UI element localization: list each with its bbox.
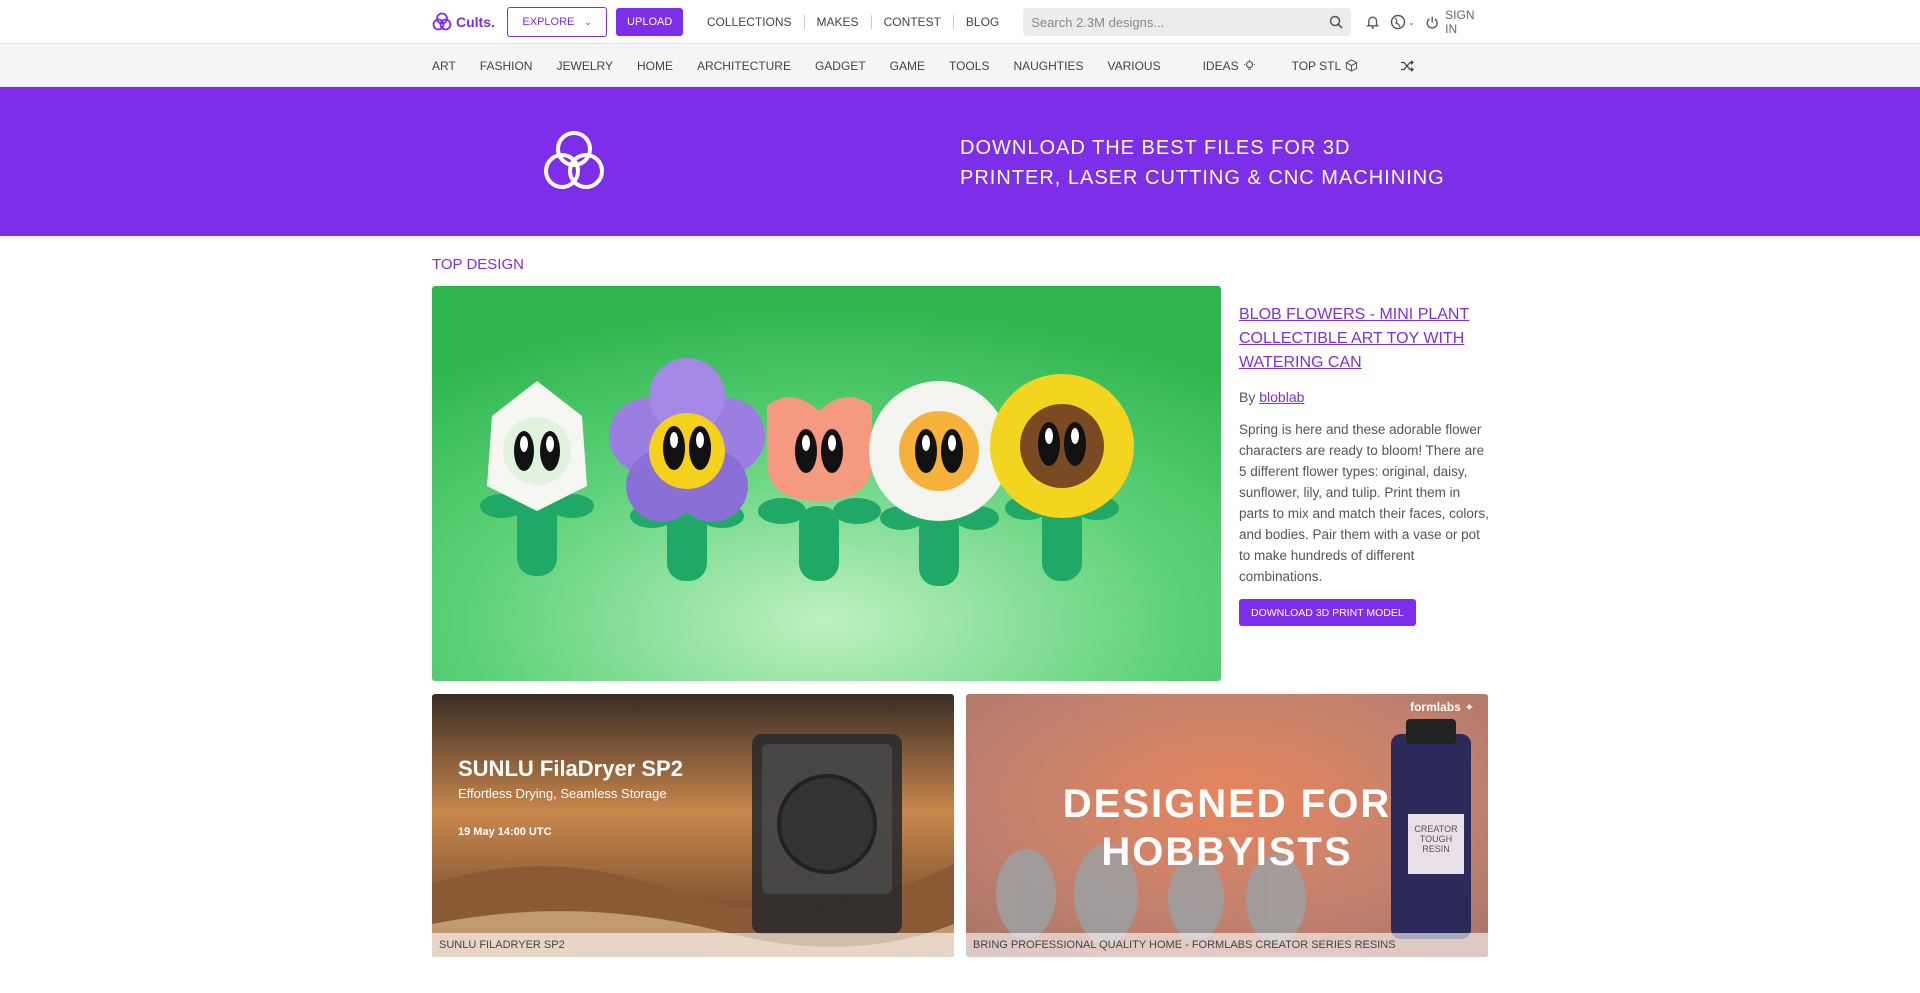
language-selector[interactable]: ⌄ — [1390, 14, 1415, 30]
lightbulb-icon — [1243, 59, 1255, 70]
nav-ideas[interactable]: IDEAS — [1203, 59, 1256, 73]
top-nav: COLLECTIONS MAKES CONTEST BLOG — [695, 15, 1011, 29]
nav-makes[interactable]: MAKES — [805, 15, 871, 29]
hero-banner: DOWNLOAD THE BEST FILES FOR 3D PRINTER, … — [0, 87, 1920, 236]
explore-label: EXPLORE — [522, 16, 575, 28]
category-bar: ART FASHION JEWELRY HOME ARCHITECTURE GA… — [0, 44, 1920, 87]
category-various[interactable]: VARIOUS — [1107, 59, 1160, 73]
nav-blog[interactable]: BLOG — [954, 15, 1011, 29]
sunlu-subheadline: Effortless Drying, Seamless Storage — [458, 786, 667, 801]
nav-collections[interactable]: COLLECTIONS — [695, 15, 804, 29]
blob-flowers-illustration — [432, 286, 1221, 681]
ideas-label: IDEAS — [1202, 58, 1239, 73]
cube-icon — [1346, 59, 1358, 72]
bell-icon[interactable] — [1365, 14, 1380, 30]
category-architecture[interactable]: ARCHITECTURE — [697, 59, 791, 73]
shuffle-icon — [1401, 59, 1415, 72]
formlabs-headline-1: DESIGNED FOR — [1062, 782, 1392, 826]
nav-top-stl[interactable]: TOP STL — [1292, 59, 1359, 73]
banner-caption: BRING PROFESSIONAL QUALITY HOME - FORMLA… — [966, 933, 1488, 957]
category-naughties[interactable]: NAUGHTIES — [1013, 59, 1083, 73]
sign-in-link[interactable]: SIGN IN — [1425, 8, 1488, 36]
author-line: By bloblab — [1239, 389, 1489, 405]
search-input[interactable] — [1031, 14, 1329, 30]
hero-headline: DOWNLOAD THE BEST FILES FOR 3D PRINTER, … — [960, 133, 1445, 193]
author-link[interactable]: bloblab — [1259, 389, 1304, 405]
cults-hero-logo-icon — [544, 131, 604, 189]
category-tools[interactable]: TOOLS — [949, 59, 989, 73]
cults-logo-icon — [432, 12, 452, 31]
hero-line-2: PRINTER, LASER CUTTING & CNC MACHINING — [960, 167, 1445, 189]
featured-design-info: BLOB FLOWERS - MINI PLANT COLLECTIBLE AR… — [1239, 303, 1489, 626]
power-icon — [1426, 16, 1438, 29]
ad-banner-formlabs[interactable]: formlabs ✦ DESIGNED FOR HOBBYISTS CREATO… — [966, 694, 1488, 957]
sign-in-label: SIGN IN — [1445, 8, 1475, 36]
header-actions: ⌄ SIGN IN — [1365, 8, 1488, 36]
category-fashion[interactable]: FASHION — [480, 59, 533, 73]
chevron-down-icon: ⌄ — [584, 16, 592, 27]
top-bar: Cults. EXPLORE ⌄ UPLOAD COLLECTIONS MAKE… — [0, 0, 1920, 44]
banner-caption: SUNLU FILADRYER SP2 — [432, 933, 954, 957]
formlabs-brand: formlabs — [1410, 700, 1461, 714]
globe-icon — [1390, 14, 1406, 30]
formlabs-logo: formlabs ✦ — [1410, 700, 1474, 714]
chevron-down-icon: ⌄ — [1408, 17, 1415, 27]
nav-contest[interactable]: CONTEST — [872, 15, 953, 29]
design-description: Spring is here and these adorable flower… — [1239, 422, 1489, 584]
category-art[interactable]: ART — [432, 59, 456, 73]
ad-banner-sunlu[interactable]: SUNLU FilaDryer SP2 Effortless Drying, S… — [432, 694, 954, 957]
featured-design-title-link[interactable]: BLOB FLOWERS - MINI PLANT COLLECTIBLE AR… — [1239, 303, 1489, 375]
upload-button[interactable]: UPLOAD — [616, 8, 683, 36]
category-home[interactable]: HOME — [637, 59, 673, 73]
search-icon[interactable] — [1329, 15, 1343, 29]
explore-button[interactable]: EXPLORE ⌄ — [506, 7, 608, 37]
logo-text: Cults. — [456, 14, 495, 30]
cults-logo[interactable]: Cults. — [432, 12, 495, 32]
sunlu-headline: SUNLU FilaDryer SP2 — [458, 756, 683, 781]
shuffle-button[interactable] — [1400, 59, 1415, 73]
category-gadget[interactable]: GADGET — [815, 59, 866, 73]
hero-line-1: DOWNLOAD THE BEST FILES FOR 3D — [960, 137, 1351, 159]
sunlu-date: 19 May 14:00 UTC — [458, 826, 552, 838]
category-game[interactable]: GAME — [890, 59, 925, 73]
section-title-top-design: TOP DESIGN — [432, 256, 524, 273]
search-bar — [1023, 8, 1351, 36]
resin-bottle-label: CREATOR TOUGH RESIN — [1414, 824, 1458, 854]
category-jewelry[interactable]: JEWELRY — [556, 59, 612, 73]
download-model-button[interactable]: DOWNLOAD 3D PRINT MODEL — [1239, 599, 1416, 626]
butterfly-icon: ✦ — [1464, 701, 1474, 714]
featured-design-image[interactable] — [432, 286, 1221, 681]
top-stl-label: TOP STL — [1291, 58, 1342, 73]
by-prefix: By — [1239, 389, 1256, 405]
